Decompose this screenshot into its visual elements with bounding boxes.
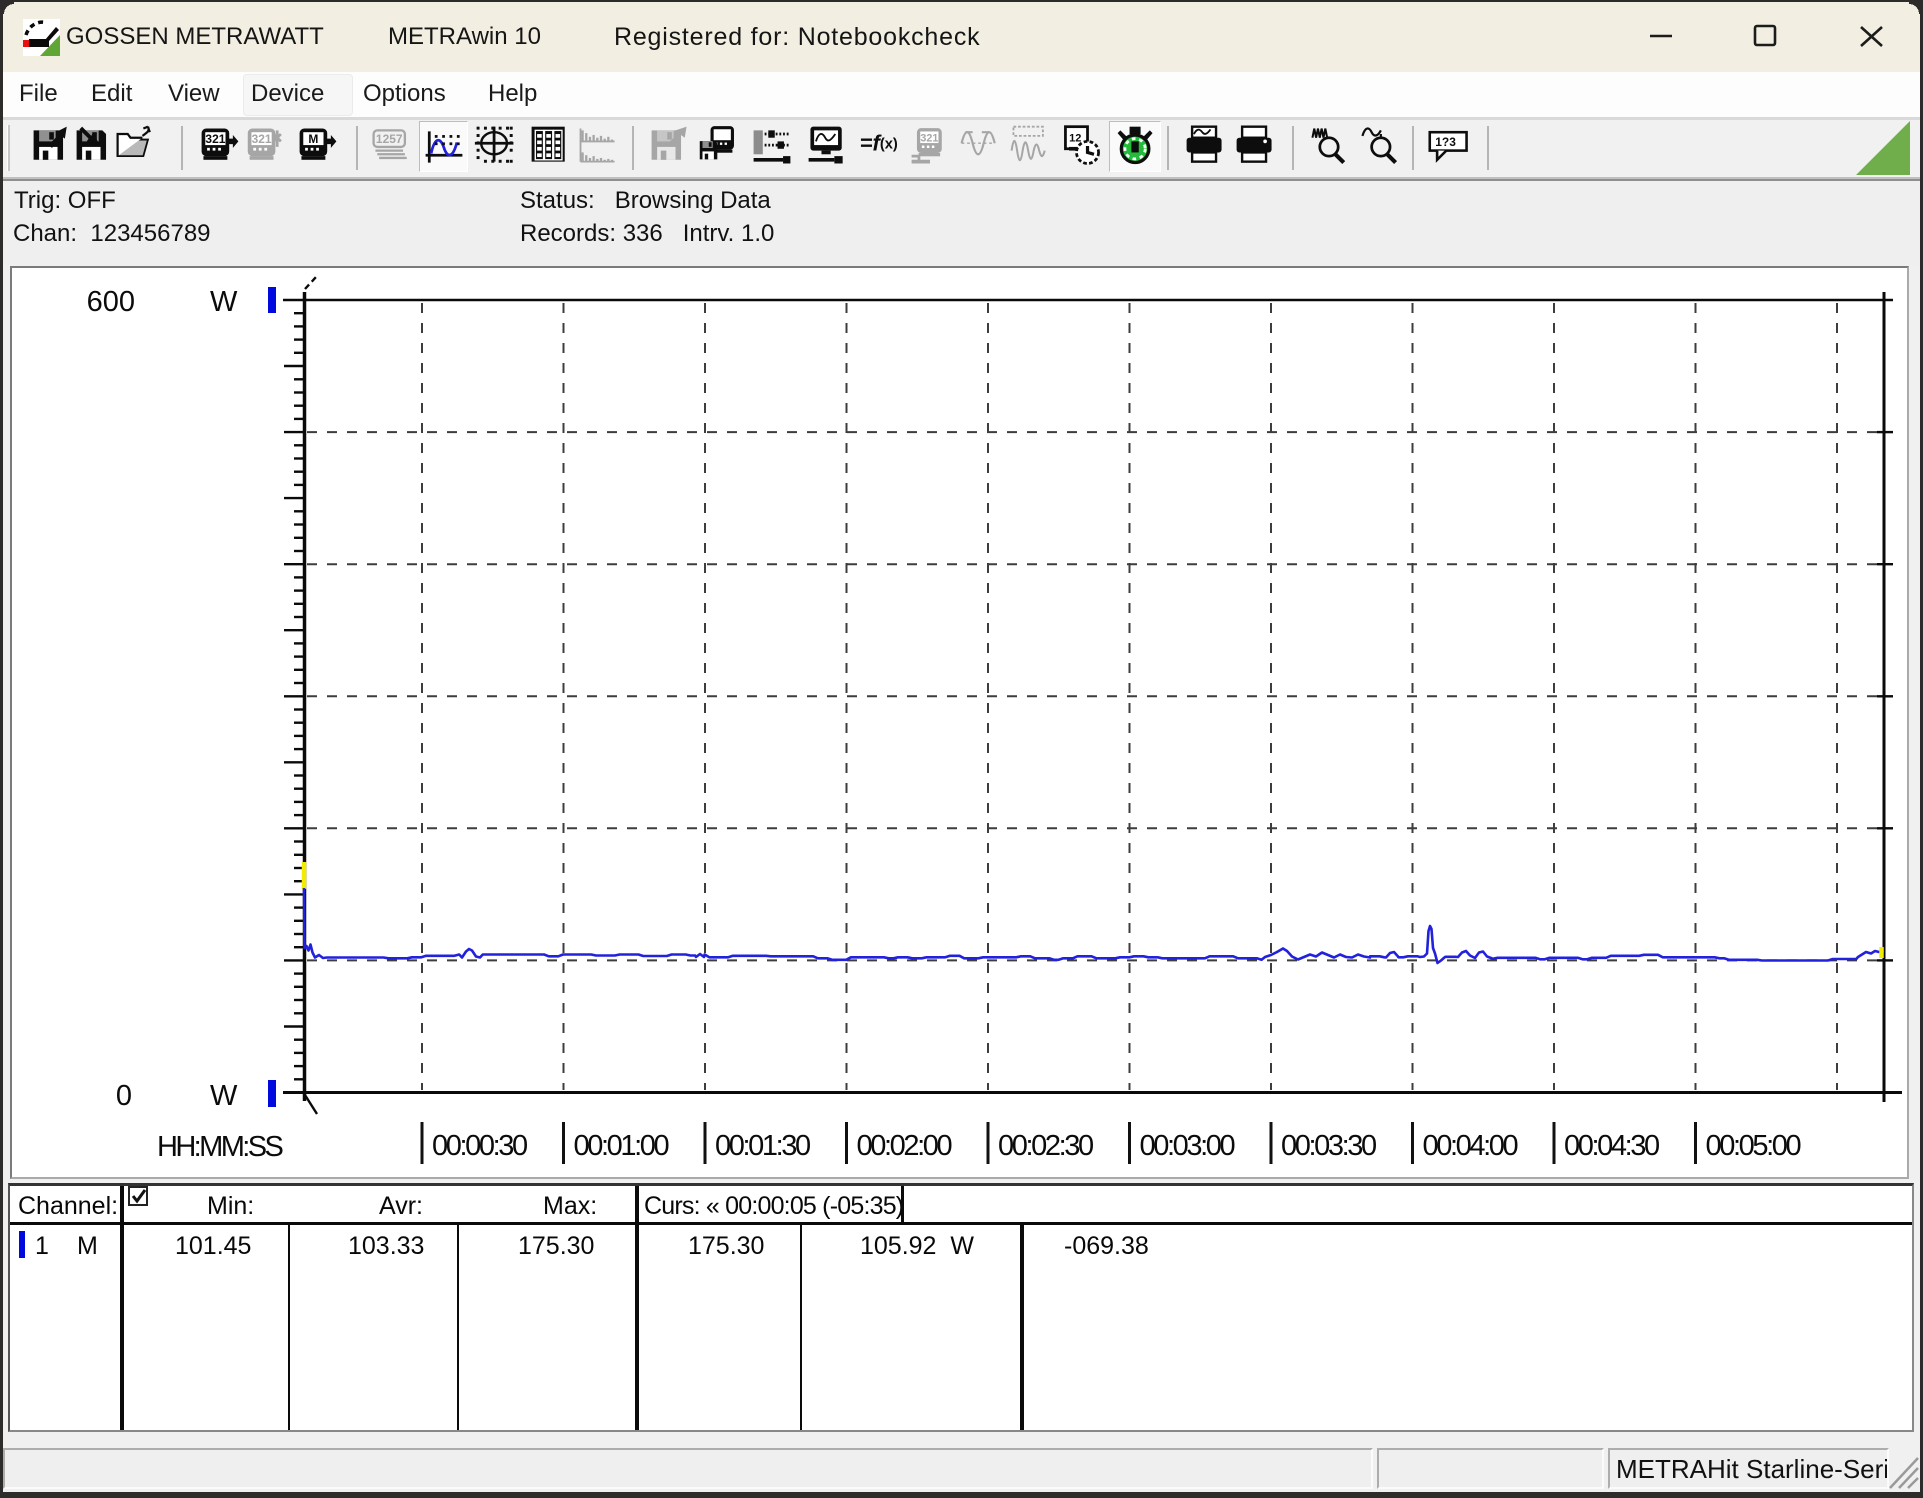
svg-text:HH:MM:SS: HH:MM:SS (157, 1131, 283, 1163)
svg-text:W: W (210, 1080, 238, 1112)
svg-text:00:04:30: 00:04:30 (1564, 1130, 1659, 1162)
svg-text:00:01:30: 00:01:30 (715, 1130, 810, 1162)
svg-text:00:05:00: 00:05:00 (1706, 1130, 1801, 1162)
svg-text:00:01:00: 00:01:00 (574, 1130, 669, 1162)
svg-text:00:02:00: 00:02:00 (857, 1130, 952, 1162)
svg-text:00:03:30: 00:03:30 (1281, 1130, 1376, 1162)
svg-text:00:02:30: 00:02:30 (998, 1130, 1093, 1162)
svg-text:00:03:00: 00:03:00 (1140, 1130, 1235, 1162)
svg-text:600: 600 (87, 286, 135, 318)
svg-text:0: 0 (116, 1080, 132, 1112)
svg-text:00:04:00: 00:04:00 (1423, 1130, 1518, 1162)
svg-text:00:00:30: 00:00:30 (432, 1130, 527, 1162)
svg-text:W: W (210, 286, 238, 318)
